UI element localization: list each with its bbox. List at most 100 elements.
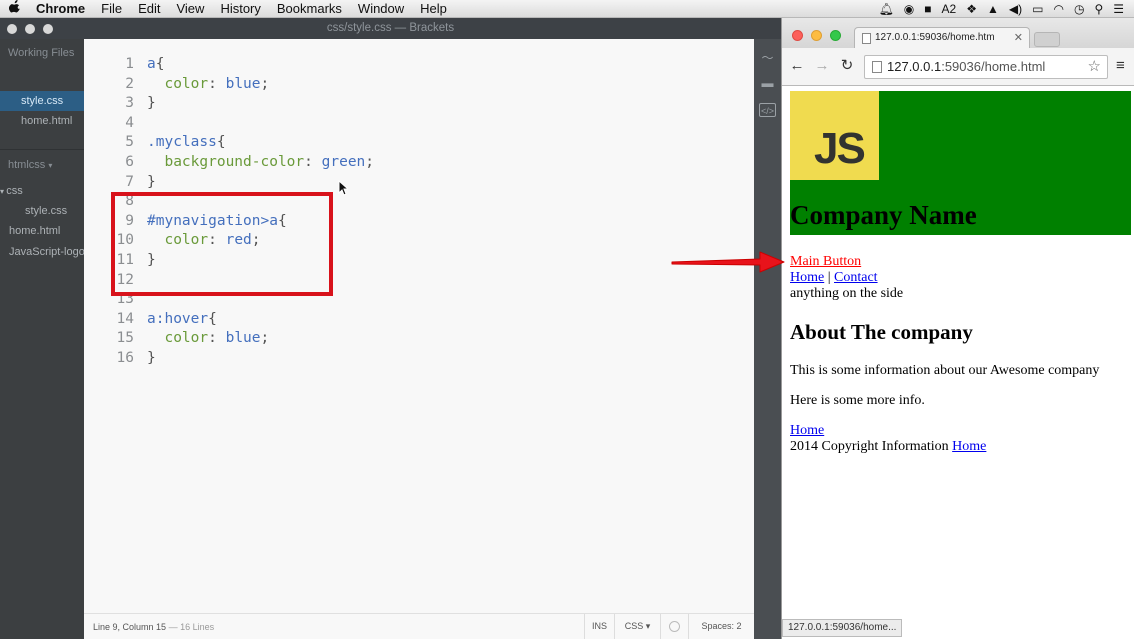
apple-menu-icon[interactable] <box>0 0 30 17</box>
language-label: CSS <box>624 621 644 631</box>
project-dropdown[interactable]: htmlcss ▾ <box>8 159 52 171</box>
project-name: htmlcss <box>8 159 46 171</box>
new-tab-button[interactable] <box>1034 32 1060 47</box>
main-button-link[interactable]: Main Button <box>790 254 861 270</box>
code-editor[interactable]: 1 2 3 4 5 6 7 8 9 10 11 12 13 14 15 16 a{ color: blue;}… <box>84 39 754 613</box>
tree-folder-css[interactable]: ▾ css <box>0 185 23 197</box>
line-count: — 16 Lines <box>168 622 215 632</box>
nav-separator: | <box>824 270 835 285</box>
forward-arrow-icon[interactable]: → <box>813 56 831 76</box>
tree-label: css <box>6 185 23 197</box>
working-file-home-html[interactable]: home.html <box>0 111 84 131</box>
notification-bell-icon[interactable]: 🔔︎ <box>879 2 894 16</box>
browser-tab[interactable]: 127.0.0.1:59036/home.htm ✕ <box>854 27 1030 48</box>
close-window-button[interactable] <box>7 24 17 34</box>
line-number: 2 <box>125 75 134 92</box>
volume-icon[interactable]: ◀︎) <box>1009 2 1022 16</box>
tree-file-style-css[interactable]: style.css <box>25 205 67 217</box>
close-window-button[interactable] <box>792 30 803 41</box>
line-number: 3 <box>125 95 134 112</box>
working-files-label: Working Files <box>8 47 75 59</box>
close-tab-icon[interactable]: ✕ <box>1014 28 1023 48</box>
file-sidebar: Working Files style.css home.html htmlcs… <box>0 39 84 639</box>
clock-icon[interactable]: ◷ <box>1074 2 1084 16</box>
line-number: 4 <box>125 114 134 131</box>
nav-home-link[interactable]: Home <box>790 270 824 285</box>
menu-help[interactable]: Help <box>412 0 455 18</box>
spotlight-search-icon[interactable]: ⚲ <box>1094 2 1103 16</box>
line-number: 5 <box>125 134 134 151</box>
chrome-menu-icon[interactable]: ≡ <box>1116 57 1125 74</box>
address-bar[interactable]: 127.0.0.1:59036/home.html ☆ <box>864 55 1108 79</box>
line-number: 16 <box>116 349 134 366</box>
battery-icon[interactable]: ▭ <box>1032 2 1043 16</box>
indent-setting[interactable]: Spaces: 2 <box>688 614 754 639</box>
cursor-position: Line 9, Column 15 — 16 Lines <box>93 622 214 632</box>
side-text: anything on the side <box>790 286 904 301</box>
menu-chrome[interactable]: Chrome <box>30 0 93 18</box>
menubar-status-area: 🔔︎ ◉ ■ A2 ❖ ▲ ◀︎) ▭ ◠ ◷ ⚲ ☰ <box>879 0 1124 18</box>
zoom-window-button[interactable] <box>43 24 53 34</box>
minimize-window-button[interactable] <box>811 30 822 41</box>
code-line: } <box>147 95 156 112</box>
brackets-titlebar: css/style.css — Brackets <box>0 18 781 39</box>
chrome-toolbar: ← → ↻ 127.0.0.1:59036/home.html ☆ ≡ <box>782 48 1134 86</box>
tab-title: 127.0.0.1:59036/home.htm <box>875 32 995 43</box>
drive-icon[interactable]: ▲ <box>987 2 999 16</box>
bookmark-star-icon[interactable]: ☆ <box>1088 56 1101 78</box>
line-number: 1 <box>125 56 134 72</box>
line-number: 14 <box>116 310 134 327</box>
copyright-home-link[interactable]: Home <box>952 439 986 454</box>
tree-file-home-html[interactable]: home.html <box>9 225 60 237</box>
chevron-down-icon: ▾ <box>48 161 53 170</box>
url-host: 127.0.0.1 <box>887 59 942 74</box>
link-status-bubble: 127.0.0.1:59036/home... <box>782 619 903 637</box>
wifi-icon[interactable]: ◠ <box>1053 2 1063 16</box>
sidebar-divider <box>0 149 84 150</box>
line-number: 7 <box>125 173 134 190</box>
url-path: :59036/home.html <box>941 59 1046 74</box>
back-arrow-icon[interactable]: ← <box>788 56 806 76</box>
reload-icon[interactable]: ↻ <box>838 56 856 76</box>
copyright-text: 2014 Copyright Information <box>790 439 953 454</box>
page-icon <box>862 33 871 44</box>
dropbox-icon[interactable]: ❖ <box>966 2 977 16</box>
footer-home-link[interactable]: Home <box>790 423 824 439</box>
menu-window[interactable]: Window <box>350 0 412 18</box>
page-header: JS Company Name <box>790 91 1131 235</box>
menu-file[interactable]: File <box>93 0 130 18</box>
line-number: 6 <box>125 153 134 170</box>
insert-mode-toggle[interactable]: INS <box>584 614 614 639</box>
menu-history[interactable]: History <box>212 0 268 18</box>
evernote-icon[interactable]: ■ <box>924 2 931 16</box>
menu-bookmarks[interactable]: Bookmarks <box>269 0 350 18</box>
language-select[interactable]: CSS ▾ <box>614 614 660 639</box>
working-file-style-css[interactable]: style.css <box>0 91 84 111</box>
notification-center-icon[interactable]: ☰ <box>1113 2 1124 16</box>
chevron-down-icon: ▾ <box>645 621 651 631</box>
code-line: background-color: green; <box>164 153 375 170</box>
record-icon[interactable]: ◉ <box>904 2 914 16</box>
extension-manager-icon[interactable]: ▬ <box>759 76 776 90</box>
zoom-window-button[interactable] <box>830 30 841 41</box>
code-line: color: blue; <box>164 330 270 347</box>
tree-file-javascript-logo[interactable]: JavaScript-logo <box>9 246 84 258</box>
cursor-position-text: Line 9, Column 15 <box>93 622 167 632</box>
adobe-icon[interactable]: A2 <box>942 2 957 16</box>
logo-text: JS <box>814 124 866 173</box>
code-tag-icon[interactable]: </> <box>759 103 776 117</box>
menu-view[interactable]: View <box>168 0 212 18</box>
annotation-highlight-box <box>111 192 333 296</box>
menu-edit[interactable]: Edit <box>130 0 168 18</box>
live-preview-icon[interactable]: 〜 <box>759 51 776 65</box>
window-title: css/style.css — Brackets <box>326 22 455 34</box>
tree-label: JavaScript-logo <box>9 246 84 258</box>
code-line: } <box>147 349 156 366</box>
line-number: 15 <box>116 330 134 347</box>
tree-label: home.html <box>9 225 61 237</box>
nav-contact-link[interactable]: Contact <box>834 270 878 285</box>
minimize-window-button[interactable] <box>25 24 35 34</box>
linter-status-icon[interactable] <box>660 614 688 639</box>
company-name-heading: Company Name <box>790 200 977 230</box>
